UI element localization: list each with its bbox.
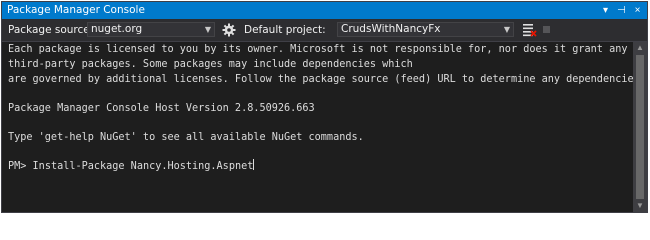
package-manager-console-window: Package Manager Console ▾ ⊣ × Package so… [1, 1, 648, 213]
window-title: Package Manager Console [7, 4, 145, 16]
window-position-dropdown-icon[interactable]: ▾ [600, 2, 611, 19]
auto-hide-pin-icon[interactable]: ⊣ [616, 2, 627, 19]
default-project-select[interactable]: CrudsWithNancyFx ▼ [337, 22, 514, 37]
version-line: Package Manager Console Host Version 2.8… [8, 103, 315, 114]
scrollbar-thumb[interactable] [636, 55, 644, 199]
package-source-select[interactable]: nuget.org ▼ [87, 22, 215, 37]
default-project-value: CrudsWithNancyFx [341, 23, 441, 35]
prompt: PM> [8, 161, 33, 172]
title-buttons: ▾ ⊣ × [600, 2, 643, 19]
license-line: third-party packages. Some packages may … [8, 59, 413, 70]
package-source-label: Package source: [8, 24, 94, 36]
help-line: Type 'get-help NuGet' to see all availab… [8, 132, 364, 143]
close-icon[interactable]: × [632, 2, 643, 19]
scroll-down-icon[interactable]: ▼ [633, 200, 647, 212]
license-line: are governed by additional licenses. Fol… [8, 74, 633, 85]
text-cursor [253, 159, 255, 170]
default-project-label: Default project: [244, 24, 326, 36]
console-toolbar: Package source: nuget.org ▼ Default proj… [2, 19, 647, 42]
stop-icon[interactable] [543, 26, 550, 33]
command-input[interactable]: Install-Package Nancy.Hosting.Aspnet [33, 161, 254, 172]
vertical-scrollbar[interactable]: ▲ ▼ [633, 42, 647, 212]
gear-icon[interactable] [221, 22, 237, 38]
command-line[interactable]: PM> Install-Package Nancy.Hosting.Aspnet [8, 159, 633, 174]
clear-console-icon[interactable] [521, 22, 537, 38]
title-bar[interactable]: Package Manager Console ▾ ⊣ × [2, 2, 647, 19]
scroll-up-icon[interactable]: ▲ [633, 42, 647, 54]
chevron-down-icon: ▼ [503, 25, 510, 34]
package-source-value: nuget.org [91, 23, 143, 35]
console-output[interactable]: Each package is licensed to you by its o… [2, 42, 633, 212]
license-line: Each package is licensed to you by its o… [8, 44, 628, 55]
chevron-down-icon: ▼ [204, 25, 211, 34]
